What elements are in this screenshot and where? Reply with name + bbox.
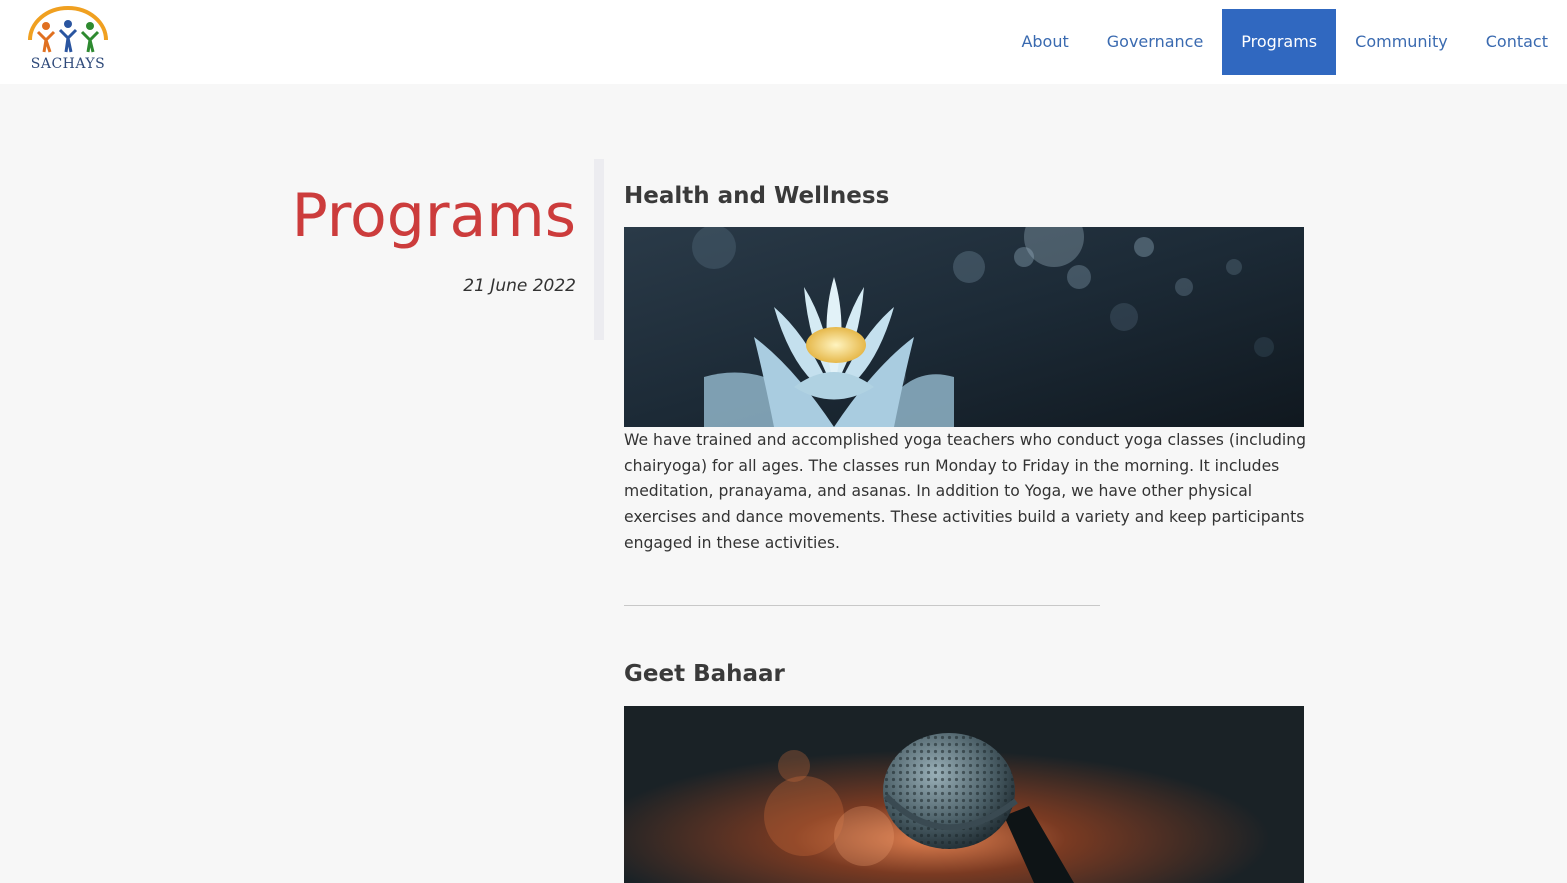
nav-about[interactable]: About (1002, 9, 1087, 75)
section-title-health-and-wellness: Health and Wellness (624, 183, 890, 209)
page-date: 21 June 2022 (463, 276, 576, 296)
nav-governance[interactable]: Governance (1088, 9, 1223, 75)
site-header: SACHAYS About Governance Programs Commun… (0, 0, 1567, 84)
main-nav: About Governance Programs Community Cont… (1002, 9, 1567, 75)
microphone-image (624, 706, 1304, 883)
page-title: Programs (291, 181, 576, 251)
nav-community[interactable]: Community (1336, 9, 1467, 75)
nav-programs[interactable]: Programs (1222, 9, 1337, 75)
vertical-divider (594, 159, 604, 340)
logo-mark-icon (28, 6, 108, 53)
sachays-logo[interactable]: SACHAYS (24, 6, 114, 72)
section-title-geet-bahaar: Geet Bahaar (624, 661, 785, 687)
nav-contact[interactable]: Contact (1467, 9, 1567, 75)
page-heading-block: Programs 21 June 2022 (200, 178, 576, 296)
logo-text: SACHAYS (30, 56, 106, 72)
section-divider (624, 605, 1100, 606)
lotus-flower-image (624, 227, 1304, 427)
section-text-health-and-wellness: We have trained and accomplished yoga te… (624, 431, 1306, 552)
